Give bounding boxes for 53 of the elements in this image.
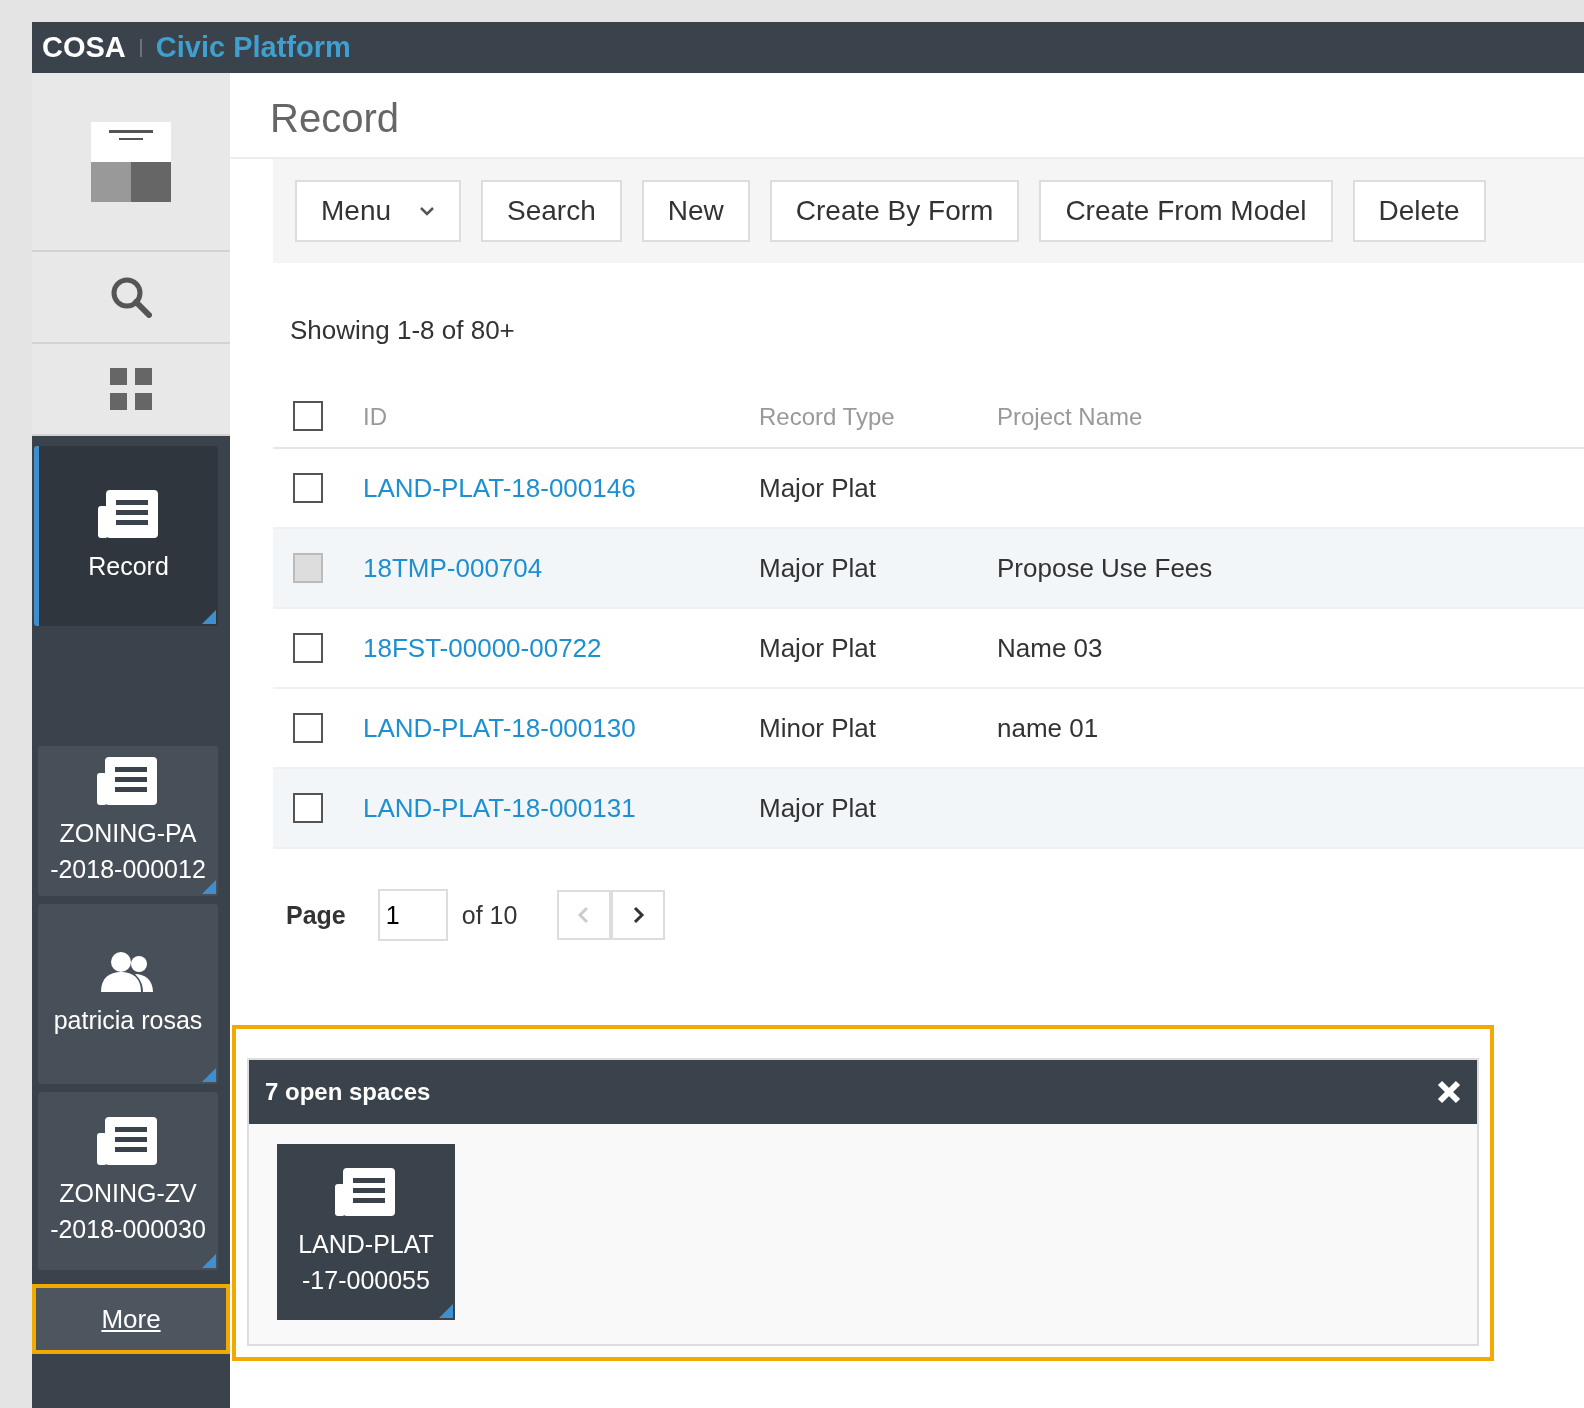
select-all-checkbox[interactable] bbox=[293, 401, 323, 431]
toolbar-button[interactable]: Create By Form bbox=[769, 180, 1020, 242]
search-icon[interactable] bbox=[110, 276, 152, 318]
row-checkbox[interactable] bbox=[293, 473, 323, 503]
table-cell: name 01 bbox=[997, 712, 1099, 743]
page-label: Page bbox=[286, 900, 346, 930]
page-input[interactable]: 1 bbox=[377, 889, 448, 941]
panel-title: 7 open spaces bbox=[265, 1078, 431, 1106]
table-cell: Major Plat bbox=[759, 552, 877, 583]
toolbar-button[interactable]: Delete bbox=[1352, 180, 1486, 242]
space-label: Record bbox=[87, 551, 170, 582]
table-cell: Propose Use Fees bbox=[997, 552, 1213, 583]
menu-dropdown[interactable]: Menu bbox=[295, 180, 462, 242]
space-label: ZONING-PA -2018-000012 bbox=[49, 818, 207, 885]
space-label: patricia rosas bbox=[52, 1005, 204, 1036]
document-icon bbox=[335, 1166, 397, 1218]
row-checkbox[interactable] bbox=[293, 793, 323, 823]
space-tile[interactable]: ZONING-ZV -2018-000030 bbox=[38, 1092, 218, 1270]
caret-icon bbox=[419, 206, 436, 216]
space-label: LAND-PLAT -17-000055 bbox=[297, 1229, 435, 1296]
space-label: ZONING-ZV -2018-000030 bbox=[49, 1178, 207, 1245]
corner-triangle-icon bbox=[202, 610, 216, 624]
table-cell: Major Plat bbox=[759, 792, 877, 823]
toolbar-button[interactable]: Search bbox=[481, 180, 622, 242]
toolbar-button[interactable]: New bbox=[641, 180, 750, 242]
table-cell: Major Plat bbox=[759, 472, 877, 503]
brand-name: COSA bbox=[42, 31, 126, 64]
record-id-link[interactable]: 18FST-00000-00722 bbox=[363, 632, 602, 663]
row-checkbox[interactable] bbox=[293, 633, 323, 663]
results-summary: Showing 1-8 of 80+ bbox=[289, 314, 516, 343]
table-cell: Minor Plat bbox=[759, 712, 877, 743]
page-count: of 10 bbox=[461, 900, 518, 930]
table-cell: Name 03 bbox=[997, 632, 1103, 663]
record-id-link[interactable]: LAND-PLAT-18-000130 bbox=[363, 712, 636, 743]
space-tile[interactable]: patricia rosas bbox=[38, 904, 218, 1084]
layout-logo-icon[interactable] bbox=[91, 121, 171, 202]
document-icon bbox=[97, 488, 160, 540]
close-icon bbox=[1437, 1080, 1461, 1104]
space-tile[interactable]: ZONING-PA -2018-000012 bbox=[38, 746, 218, 896]
document-icon bbox=[97, 1115, 159, 1167]
next-page-button[interactable] bbox=[611, 890, 666, 940]
toolbar-button[interactable]: Create From Model bbox=[1039, 180, 1333, 242]
space-tile[interactable]: Record bbox=[34, 446, 218, 626]
close-button[interactable] bbox=[1437, 1080, 1461, 1104]
corner-triangle-icon bbox=[439, 1304, 453, 1318]
record-id-link[interactable]: LAND-PLAT-18-000146 bbox=[363, 472, 636, 503]
row-checkbox[interactable] bbox=[293, 713, 323, 743]
open-space-tile[interactable]: LAND-PLAT -17-000055 bbox=[277, 1144, 455, 1320]
corner-triangle-icon bbox=[202, 1254, 216, 1268]
table-cell: Major Plat bbox=[759, 632, 877, 663]
grid-icon[interactable] bbox=[110, 368, 152, 410]
document-icon bbox=[97, 755, 159, 807]
product-name: Civic Platform bbox=[155, 31, 351, 64]
